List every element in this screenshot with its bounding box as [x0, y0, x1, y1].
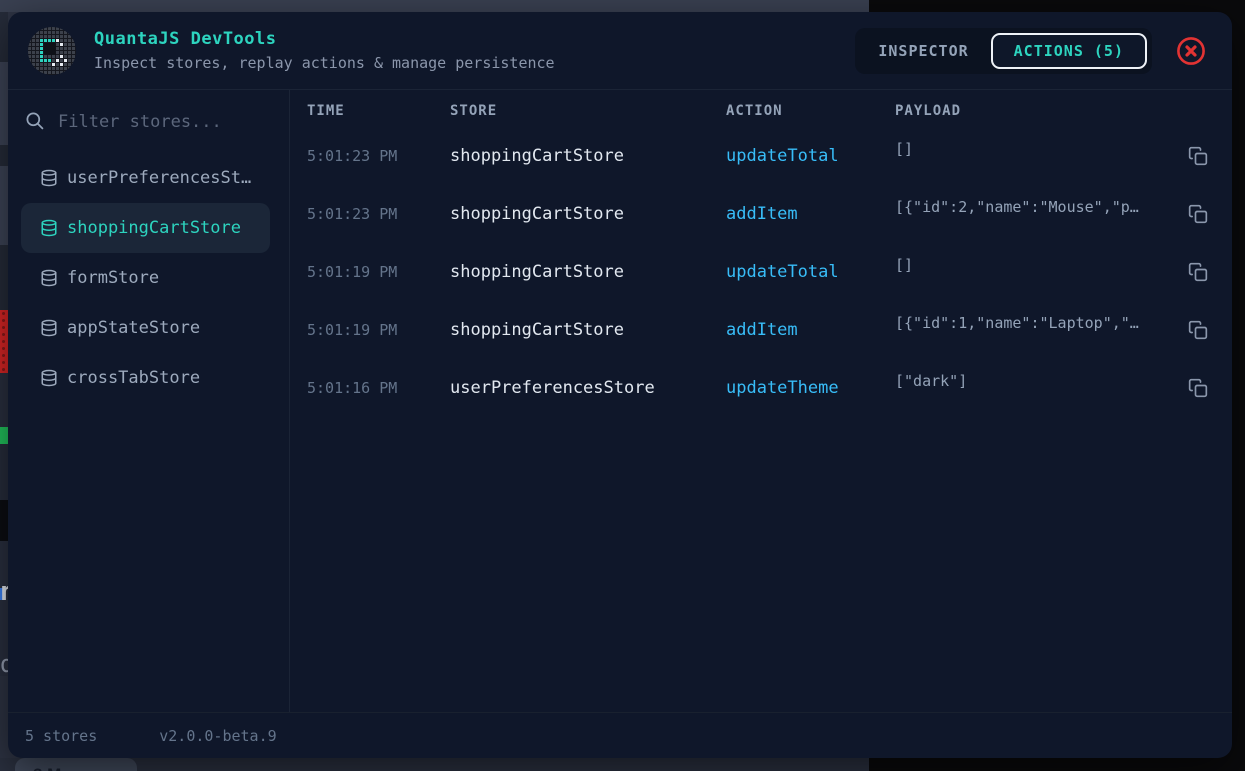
action-log: TIME STORE ACTION PAYLOAD 5:01:23 PM sho…	[290, 90, 1232, 712]
store-label: appStateStore	[67, 318, 200, 338]
cell-action: updateTotal	[726, 262, 895, 282]
copy-payload-button[interactable]	[1188, 262, 1208, 282]
cell-payload: ["dark"]	[895, 372, 1188, 390]
cell-action: updateTheme	[726, 378, 895, 398]
background-edge-block	[0, 676, 8, 758]
background-top-strip	[0, 0, 869, 12]
cell-store: shoppingCartStore	[450, 204, 726, 224]
cell-action: addItem	[726, 320, 895, 340]
store-label: shoppingCartStore	[67, 218, 241, 238]
background-edge-block	[0, 145, 8, 166]
copy-payload-button[interactable]	[1188, 378, 1208, 398]
copy-icon	[1188, 378, 1208, 398]
cell-time: 5:01:23 PM	[307, 147, 450, 165]
app-title: QuantaJS DevTools	[94, 29, 555, 49]
cell-store: shoppingCartStore	[450, 146, 726, 166]
copy-payload-button[interactable]	[1188, 204, 1208, 224]
action-log-row[interactable]: 5:01:23 PM shoppingCartStore updateTotal…	[290, 127, 1232, 185]
store-label: formStore	[67, 268, 159, 288]
screen: n d 3 Message	[0, 0, 1245, 771]
copy-icon	[1188, 320, 1208, 340]
tab-inspector[interactable]: INSPECTOR	[860, 33, 986, 69]
tab-group: INSPECTOR ACTIONS (5)	[855, 28, 1152, 74]
cell-payload: [{"id":1,"name":"Laptop","…	[895, 314, 1188, 332]
database-icon	[40, 319, 58, 337]
panel-header: QuantaJS DevTools Inspect stores, replay…	[8, 12, 1232, 90]
sidebar-item-shoppingcartstore[interactable]: shoppingCartStore	[21, 203, 270, 253]
app-subtitle: Inspect stores, replay actions & manage …	[94, 54, 555, 72]
background-text-fragment: n	[0, 577, 8, 601]
sidebar-item-userpreferencesstore[interactable]: userPreferencesSt…	[21, 153, 270, 203]
store-label: crossTabStore	[67, 368, 200, 388]
close-button[interactable]	[1176, 36, 1206, 66]
database-icon	[40, 219, 58, 237]
store-list: userPreferencesSt… shoppingCartStore for…	[8, 153, 289, 403]
background-edge-block	[0, 166, 8, 245]
message-badge: 3 Message	[15, 758, 137, 771]
cell-time: 5:01:23 PM	[307, 205, 450, 223]
cell-action: addItem	[726, 204, 895, 224]
background-edge-block	[0, 500, 8, 541]
background-edge-block	[0, 62, 8, 145]
sidebar-item-appstatestore[interactable]: appStateStore	[21, 303, 270, 353]
background-green-block	[0, 427, 8, 444]
table-header: TIME STORE ACTION PAYLOAD	[290, 103, 1232, 127]
close-icon	[1176, 36, 1206, 66]
sidebar-item-formstore[interactable]: formStore	[21, 253, 270, 303]
store-sidebar: userPreferencesSt… shoppingCartStore for…	[8, 90, 290, 712]
cell-payload: []	[895, 256, 1188, 274]
background-edge-block	[0, 245, 8, 310]
table-body: 5:01:23 PM shoppingCartStore updateTotal…	[290, 127, 1232, 417]
panel-footer: 5 stores v2.0.0-beta.9	[8, 712, 1232, 758]
cell-store: shoppingCartStore	[450, 320, 726, 340]
column-header-payload: PAYLOAD	[895, 103, 1232, 127]
background-edge-block	[0, 373, 8, 427]
cell-time: 5:01:19 PM	[307, 263, 450, 281]
background-text-fragment: d	[0, 650, 8, 676]
cell-payload: []	[895, 140, 1188, 158]
cell-time: 5:01:16 PM	[307, 379, 450, 397]
stores-count: 5 stores	[25, 727, 97, 745]
cell-store: userPreferencesStore	[450, 378, 726, 398]
copy-icon	[1188, 262, 1208, 282]
copy-payload-button[interactable]	[1188, 320, 1208, 340]
sidebar-item-crosstabstore[interactable]: crossTabStore	[21, 353, 270, 403]
cell-store: shoppingCartStore	[450, 262, 726, 282]
column-header-store: STORE	[450, 103, 726, 127]
tab-actions[interactable]: ACTIONS (5)	[991, 33, 1147, 69]
devtools-panel: QuantaJS DevTools Inspect stores, replay…	[8, 12, 1232, 758]
background-edge-block	[0, 444, 8, 500]
version-label: v2.0.0-beta.9	[159, 727, 276, 745]
copy-icon	[1188, 204, 1208, 224]
column-header-time: TIME	[307, 103, 450, 127]
filter-stores-input[interactable]	[58, 112, 253, 132]
cell-time: 5:01:19 PM	[307, 321, 450, 339]
database-icon	[40, 269, 58, 287]
action-log-row[interactable]: 5:01:23 PM shoppingCartStore addItem [{"…	[290, 185, 1232, 243]
background-edge-block	[0, 12, 8, 62]
action-log-row[interactable]: 5:01:16 PM userPreferencesStore updateTh…	[290, 359, 1232, 417]
quantajs-logo-icon	[28, 27, 76, 75]
cell-action: updateTotal	[726, 146, 895, 166]
action-log-row[interactable]: 5:01:19 PM shoppingCartStore addItem [{"…	[290, 301, 1232, 359]
copy-icon	[1188, 146, 1208, 166]
database-icon	[40, 369, 58, 387]
action-log-row[interactable]: 5:01:19 PM shoppingCartStore updateTotal…	[290, 243, 1232, 301]
column-header-action: ACTION	[726, 103, 895, 127]
store-label: userPreferencesSt…	[67, 168, 251, 188]
cell-payload: [{"id":2,"name":"Mouse","p…	[895, 198, 1188, 216]
copy-payload-button[interactable]	[1188, 146, 1208, 166]
background-red-block	[0, 310, 8, 373]
search-icon	[25, 111, 44, 134]
database-icon	[40, 169, 58, 187]
